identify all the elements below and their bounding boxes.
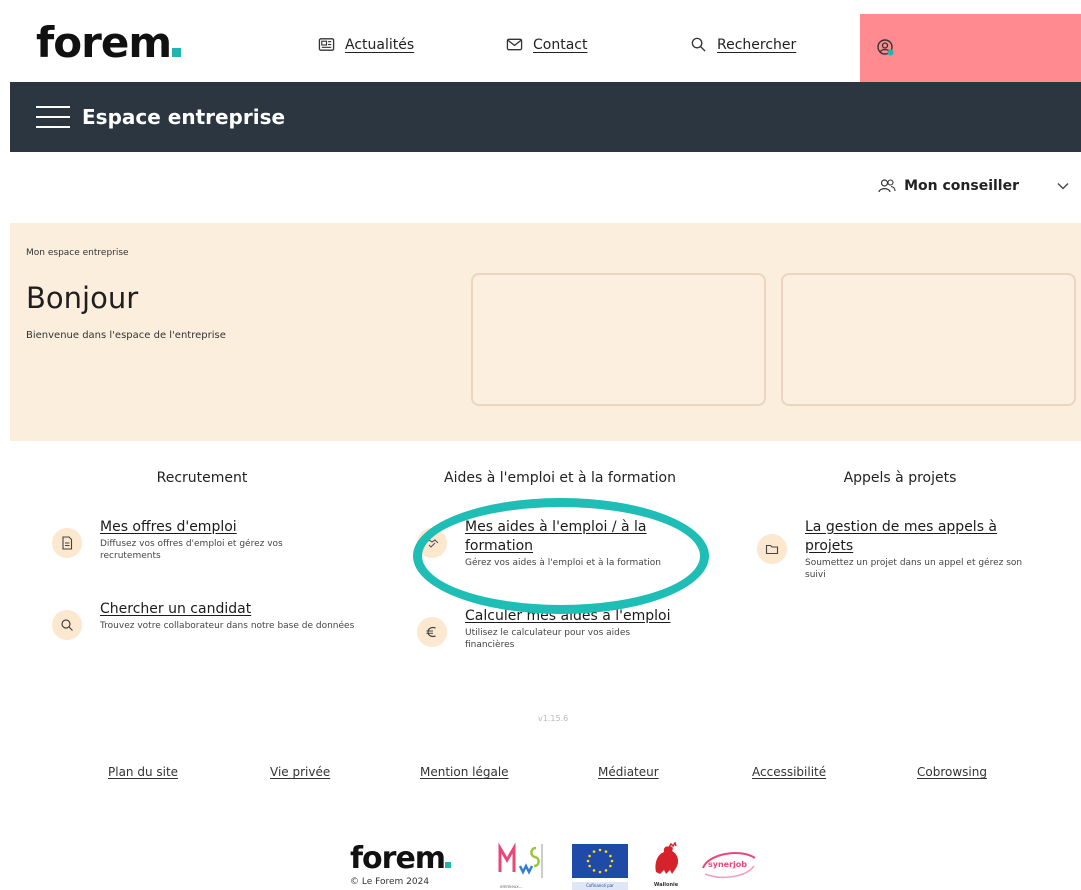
users-icon — [878, 179, 896, 193]
footer-logo-dot — [445, 862, 452, 868]
search-link[interactable]: Rechercher — [690, 36, 796, 53]
hero-card-left[interactable] — [471, 273, 766, 406]
folder-icon — [757, 534, 787, 564]
contact-link-label: Contact — [533, 36, 588, 53]
hero-banner: Mon espace entreprise Bonjour Bienvenue … — [10, 223, 1081, 441]
advisor-dropdown[interactable]: Mon conseiller — [878, 178, 1069, 194]
my-aids-desc: Gérez vos aides à l'emploi et à la forma… — [465, 558, 661, 568]
footer-forem-logo[interactable]: forem — [350, 841, 452, 876]
page-title: Bonjour — [26, 281, 139, 315]
job-offers-card[interactable]: Mes offres d'emploi Diffusez vos offres … — [52, 518, 372, 562]
hero-card-right[interactable] — [781, 273, 1076, 406]
newspaper-icon — [318, 38, 335, 51]
calculate-aids-link[interactable]: Calculer mes aides à l'emploi — [465, 607, 670, 626]
rooster-icon — [655, 841, 679, 874]
navbar-title: Espace entreprise — [82, 105, 286, 129]
footer-link-accessibility[interactable]: Accessibilité — [752, 765, 826, 779]
footer-link-mediator[interactable]: Médiateur — [598, 765, 659, 779]
eu-flag-icon — [572, 844, 628, 878]
forem-logo[interactable]: forem — [36, 22, 182, 64]
mail-icon — [506, 38, 523, 51]
news-link-label: Actualités — [345, 36, 415, 53]
advisor-label: Mon conseiller — [904, 178, 1019, 194]
mws-caption: emmieux... — [500, 884, 523, 889]
euro-icon — [417, 617, 447, 647]
synerjob-logo[interactable]: synerjob — [700, 850, 758, 880]
main-navbar: Espace entreprise — [10, 82, 1081, 152]
version-label: v1.15.6 — [538, 714, 569, 723]
contact-link[interactable]: Contact — [506, 36, 587, 53]
footer-link-legal[interactable]: Mention légale — [420, 765, 509, 779]
wallonie-logo[interactable]: Wallonie — [648, 841, 684, 888]
wallonie-caption: Wallonie — [653, 882, 679, 888]
eu-caption: Cofinancé par — [572, 882, 628, 890]
breadcrumb[interactable]: Mon espace entreprise — [26, 248, 129, 258]
handshake-icon — [417, 528, 447, 558]
job-offers-desc: Diffusez vos offres d'emploi et gérez vo… — [100, 539, 283, 561]
footer-link-privacy[interactable]: Vie privée — [270, 765, 330, 779]
top-bar: forem Actualités Contact Rechercher — [0, 0, 1081, 82]
footer-link-cobrowsing[interactable]: Cobrowsing — [917, 765, 987, 779]
search-link-label: Rechercher — [717, 36, 797, 53]
menu-icon[interactable] — [36, 106, 70, 128]
search-icon — [691, 37, 706, 52]
footer-logos: forem © Le Forem 2024 emmieux... Cofinan… — [0, 840, 1081, 890]
project-calls-desc: Soumettez un projet dans un appel et gér… — [805, 558, 1023, 580]
eu-logo[interactable]: Cofinancé par — [572, 844, 628, 890]
column-title-recruitment: Recrutement — [156, 470, 248, 486]
my-aids-link[interactable]: Mes aides à l'emploi / à la formation — [465, 518, 675, 556]
user-icon — [877, 39, 894, 56]
column-title-projects: Appels à projets — [843, 470, 957, 486]
job-offers-link[interactable]: Mes offres d'emploi — [100, 518, 330, 537]
calculate-aids-card[interactable]: Calculer mes aides à l'emploi Utilisez l… — [417, 607, 737, 651]
copyright: © Le Forem 2024 — [350, 877, 430, 887]
calculate-aids-desc: Utilisez le calculateur pour vos aides f… — [465, 628, 631, 650]
login-block[interactable] — [860, 14, 1081, 82]
search-candidate-card[interactable]: Chercher un candidat Trouvez votre colla… — [52, 600, 372, 640]
search-candidate-desc: Trouvez votre collaborateur dans notre b… — [100, 621, 355, 631]
news-link[interactable]: Actualités — [318, 36, 414, 53]
footer-logo-text: forem — [350, 841, 446, 876]
synerjob-text: synerjob — [708, 860, 748, 869]
welcome-text: Bienvenue dans l'espace de l'entreprise — [26, 330, 226, 341]
mws-logo[interactable]: emmieux... — [496, 842, 544, 889]
chevron-down-icon — [1057, 183, 1069, 190]
search-candidate-link[interactable]: Chercher un candidat — [100, 600, 360, 619]
logo-dot — [172, 48, 182, 57]
search-icon — [52, 610, 82, 640]
footer-link-sitemap[interactable]: Plan du site — [108, 765, 178, 779]
document-icon — [52, 528, 82, 558]
project-calls-card[interactable]: La gestion de mes appels à projets Soume… — [757, 518, 1077, 581]
project-calls-link[interactable]: La gestion de mes appels à projets — [805, 518, 1045, 556]
mws-logo-icon — [498, 842, 543, 878]
my-aids-card[interactable]: Mes aides à l'emploi / à la formation Gé… — [417, 518, 737, 569]
logo-text: forem — [36, 18, 172, 67]
column-title-aids: Aides à l'emploi et à la formation — [444, 470, 676, 486]
